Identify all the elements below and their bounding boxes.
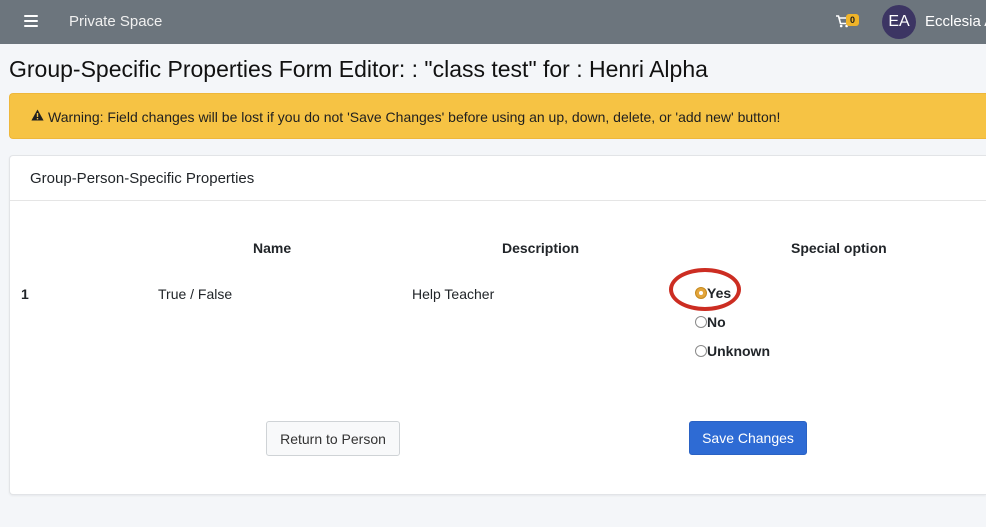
avatar[interactable]: EA: [882, 5, 916, 39]
column-header-name: Name: [253, 240, 292, 256]
menu-icon[interactable]: [24, 15, 38, 27]
column-header-special-option: Special option: [791, 240, 887, 256]
radio-no[interactable]: [695, 316, 707, 328]
warning-icon: [31, 109, 44, 121]
radio-no-label[interactable]: No: [707, 314, 726, 330]
highlight-circle: [669, 268, 741, 311]
properties-card: Group-Person-Specific Properties Name De…: [9, 155, 986, 495]
column-header-description: Description: [502, 240, 580, 256]
brand-title[interactable]: Private Space: [69, 13, 162, 30]
property-description: Help Teacher: [412, 286, 495, 302]
radio-unknown[interactable]: [695, 345, 707, 357]
radio-unknown-label[interactable]: Unknown: [707, 343, 770, 359]
save-changes-button[interactable]: Save Changes: [689, 421, 807, 455]
user-name[interactable]: Ecclesia A: [925, 13, 986, 30]
row-index: 1: [21, 286, 29, 302]
warning-alert: Warning: Field changes will be lost if y…: [9, 93, 986, 139]
page-title: Group-Specific Properties Form Editor: :…: [9, 56, 708, 82]
cart-button[interactable]: 0: [836, 13, 864, 31]
top-navbar: Private Space 0 EA Ecclesia A: [0, 0, 986, 44]
return-to-person-button[interactable]: Return to Person: [266, 421, 400, 456]
card-title: Group-Person-Specific Properties: [30, 170, 255, 187]
card-header: Group-Person-Specific Properties: [10, 156, 986, 201]
cart-count-badge: 0: [846, 14, 860, 26]
warning-text: Warning: Field changes will be lost if y…: [48, 109, 781, 125]
property-name: True / False: [158, 286, 233, 302]
